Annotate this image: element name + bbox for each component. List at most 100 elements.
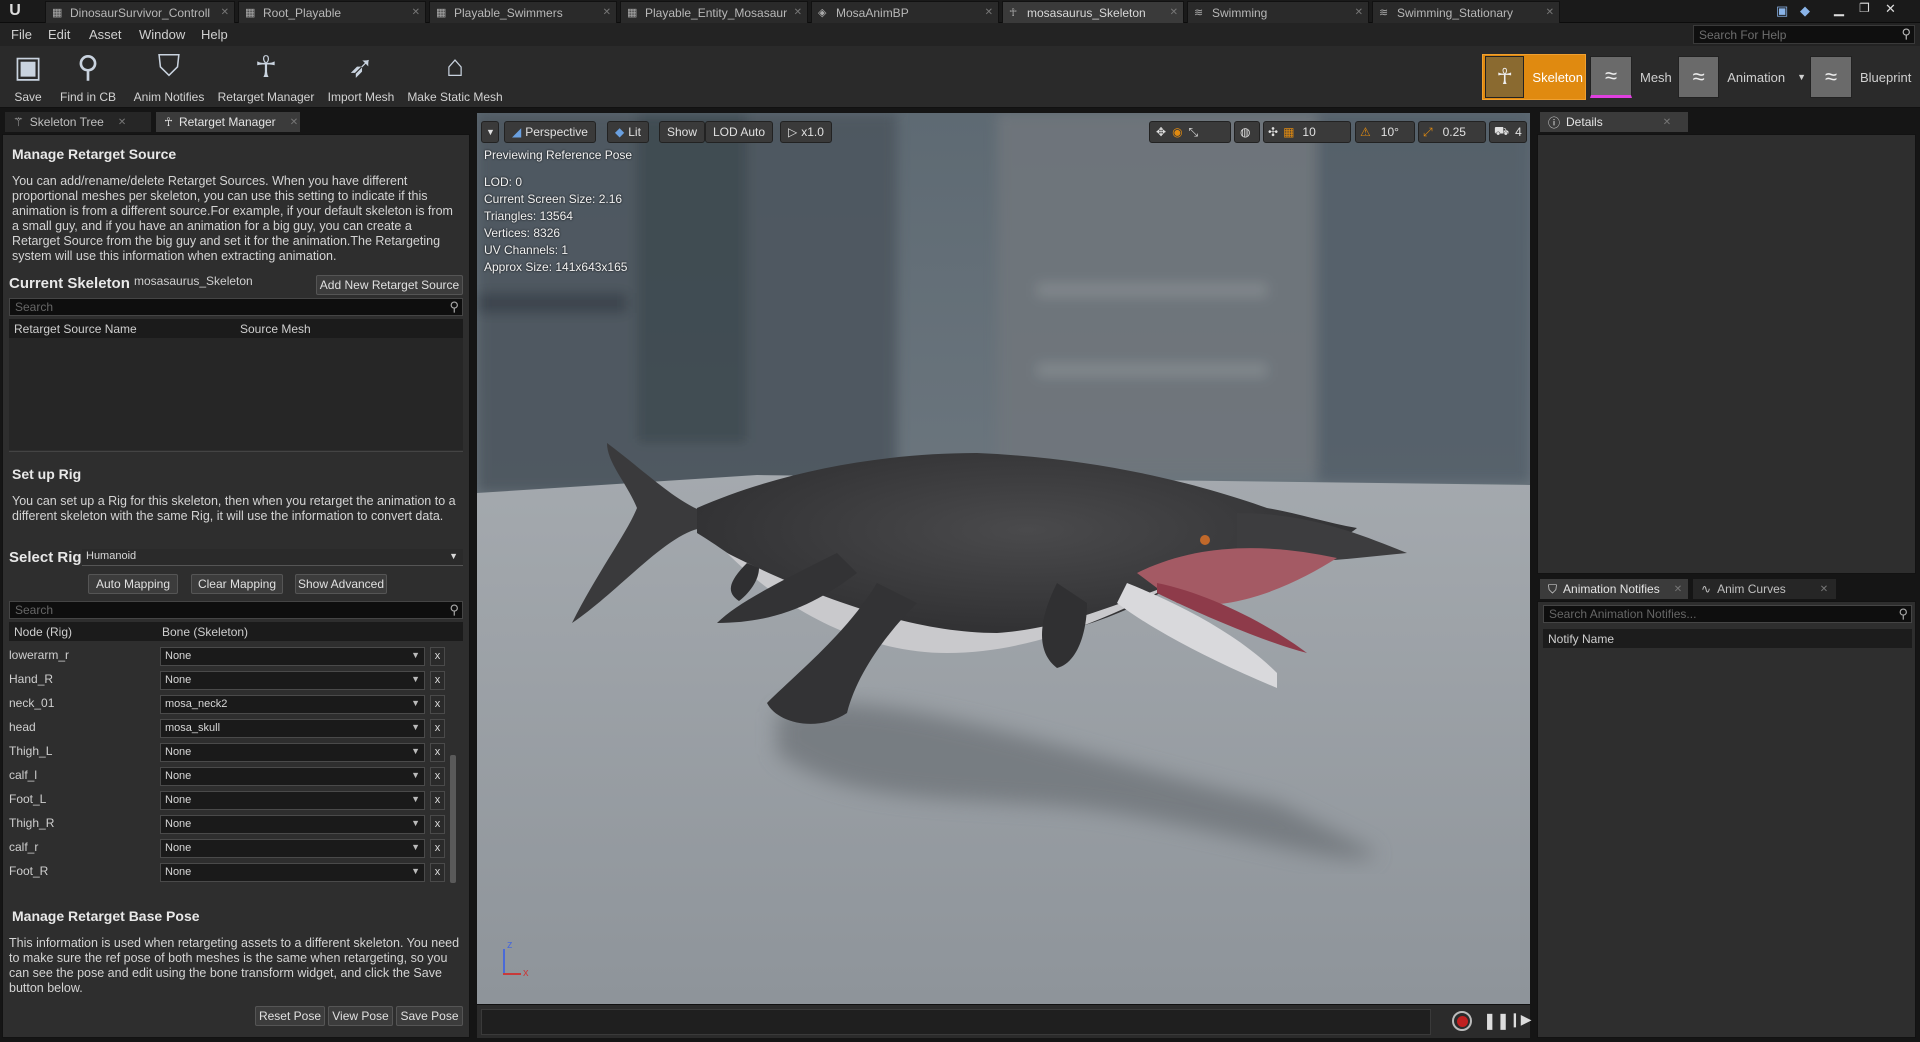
clear-bone-button[interactable]: x bbox=[430, 767, 445, 786]
tab-details[interactable]: ⓘ Details ✕ bbox=[1539, 111, 1689, 133]
close-icon[interactable]: ✕ bbox=[1170, 7, 1178, 18]
close-icon[interactable]: ✕ bbox=[985, 7, 993, 18]
close-icon[interactable]: ✕ bbox=[290, 117, 298, 128]
mode-blueprint-button[interactable]: ≈ Blueprint bbox=[1810, 54, 1918, 100]
grid-snap-icon[interactable]: ▦ bbox=[1283, 125, 1294, 139]
chevron-down-icon[interactable]: ▼ bbox=[1797, 72, 1806, 82]
close-icon[interactable]: ✕ bbox=[118, 117, 126, 128]
clear-bone-button[interactable]: x bbox=[430, 695, 445, 714]
close-icon[interactable]: ✕ bbox=[794, 7, 802, 18]
close-icon[interactable]: ✕ bbox=[1820, 584, 1828, 595]
viewport-options-button[interactable]: ▼ bbox=[481, 121, 499, 143]
tab-document-7[interactable]: ≋ Swimming_Stationary ✕ bbox=[1372, 1, 1560, 23]
close-icon[interactable]: ✕ bbox=[1355, 7, 1363, 18]
retarget-source-search-input[interactable]: Search ⚲ bbox=[9, 298, 463, 316]
lod-button[interactable]: LOD Auto bbox=[705, 121, 774, 143]
tab-document-2[interactable]: ▦ Playable_Swimmers ✕ bbox=[429, 1, 617, 23]
import-mesh-button[interactable]: ➶ Import Mesh bbox=[326, 48, 396, 106]
feedback-icon[interactable]: ◆ bbox=[1800, 3, 1810, 19]
auto-mapping-button[interactable]: Auto Mapping bbox=[88, 574, 178, 594]
pause-button[interactable]: ❚❚ bbox=[1483, 1011, 1510, 1031]
clear-bone-button[interactable]: x bbox=[430, 839, 445, 858]
scale-icon[interactable]: ⤡ bbox=[1189, 125, 1199, 140]
clear-bone-button[interactable]: x bbox=[430, 791, 445, 810]
bone-select-dropdown[interactable]: None ▼ bbox=[160, 863, 425, 882]
rotation-snap-value[interactable]: 10° bbox=[1381, 125, 1399, 139]
scale-snap-icon[interactable]: ⤢ bbox=[1423, 125, 1433, 140]
camera-speed-icon[interactable]: ⛟ bbox=[1494, 124, 1509, 140]
bone-select-dropdown[interactable]: mosa_neck2 ▼ bbox=[160, 695, 425, 714]
bone-select-dropdown[interactable]: None ▼ bbox=[160, 791, 425, 810]
close-icon[interactable]: ✕ bbox=[1663, 117, 1671, 128]
make-static-mesh-button[interactable]: ⌂ Make Static Mesh bbox=[406, 48, 504, 106]
tab-document-0[interactable]: ▦ DinosaurSurvivor_Controll ✕ bbox=[45, 1, 235, 23]
bone-select-dropdown[interactable]: None ▼ bbox=[160, 743, 425, 762]
anim-notifies-button[interactable]: ⛉ Anim Notifies bbox=[132, 48, 206, 106]
animation-notifies-search-input[interactable]: Search Animation Notifies... ⚲ bbox=[1543, 605, 1912, 623]
timeline-scrubber[interactable] bbox=[481, 1009, 1431, 1035]
clear-bone-button[interactable]: x bbox=[430, 815, 445, 834]
close-icon[interactable]: ✕ bbox=[1674, 584, 1682, 595]
retarget-manager-button[interactable]: ☥ Retarget Manager bbox=[216, 48, 316, 106]
close-icon[interactable]: ✕ bbox=[603, 7, 611, 18]
clear-bone-button[interactable]: x bbox=[430, 647, 445, 666]
tab-document-3[interactable]: ▦ Playable_Entity_Mosasaur ✕ bbox=[620, 1, 808, 23]
clear-bone-button[interactable]: x bbox=[430, 743, 445, 762]
menu-edit[interactable]: Edit bbox=[48, 27, 70, 42]
show-advanced-button[interactable]: Show Advanced bbox=[295, 574, 387, 594]
menu-file[interactable]: File bbox=[11, 27, 32, 42]
tab-retarget-manager[interactable]: ☥ Retarget Manager ✕ bbox=[155, 111, 301, 133]
playback-speed-button[interactable]: ▷ x1.0 bbox=[780, 121, 832, 143]
reset-pose-button[interactable]: Reset Pose bbox=[255, 1006, 325, 1026]
tab-skeleton-tree[interactable]: ⚚ Skeleton Tree ✕ bbox=[4, 111, 152, 133]
save-pose-button[interactable]: Save Pose bbox=[396, 1006, 463, 1026]
bone-select-dropdown[interactable]: None ▼ bbox=[160, 767, 425, 786]
show-button[interactable]: Show bbox=[659, 121, 706, 143]
close-window-icon[interactable]: ✕ bbox=[1885, 1, 1896, 17]
bone-select-dropdown[interactable]: None ▼ bbox=[160, 647, 425, 666]
perspective-button[interactable]: ◢ Perspective bbox=[504, 121, 596, 143]
notification-icon[interactable]: ▣ bbox=[1776, 3, 1788, 19]
minimize-window-icon[interactable]: ▁ bbox=[1834, 1, 1844, 17]
record-button[interactable] bbox=[1452, 1011, 1472, 1031]
rotate-icon[interactable]: ◉ bbox=[1172, 125, 1182, 139]
tab-anim-curves[interactable]: ∿ Anim Curves ✕ bbox=[1692, 578, 1837, 600]
tab-document-4[interactable]: ◈ MosaAnimBP ✕ bbox=[811, 1, 999, 23]
select-rig-dropdown[interactable]: Humanoid ▼ bbox=[82, 549, 463, 566]
camera-speed-value[interactable]: 4 bbox=[1515, 125, 1522, 139]
bone-select-dropdown[interactable]: None ▼ bbox=[160, 671, 425, 690]
close-icon[interactable]: ✕ bbox=[412, 7, 420, 18]
view-pose-button[interactable]: View Pose bbox=[328, 1006, 393, 1026]
clear-mapping-button[interactable]: Clear Mapping bbox=[191, 574, 283, 594]
rotation-snap-icon[interactable]: ⚠ bbox=[1360, 125, 1371, 139]
bone-select-dropdown[interactable]: None ▼ bbox=[160, 839, 425, 858]
scale-snap-value[interactable]: 0.25 bbox=[1443, 125, 1466, 139]
clear-bone-button[interactable]: x bbox=[430, 671, 445, 690]
world-local-toggle[interactable]: ◍ bbox=[1234, 121, 1260, 143]
mode-animation-button[interactable]: ≈ Animation ▼ bbox=[1678, 54, 1806, 100]
rig-list-scrollbar[interactable] bbox=[450, 755, 456, 883]
clear-bone-button[interactable]: x bbox=[430, 863, 445, 882]
lit-button[interactable]: ◆ Lit bbox=[607, 121, 649, 143]
bone-select-dropdown[interactable]: None ▼ bbox=[160, 815, 425, 834]
tab-document-5[interactable]: ☥ mosasaurus_Skeleton ✕ bbox=[1002, 1, 1184, 23]
bone-select-dropdown[interactable]: mosa_skull ▼ bbox=[160, 719, 425, 738]
translate-icon[interactable]: ✥ bbox=[1156, 125, 1166, 139]
tab-document-1[interactable]: ▦ Root_Playable ✕ bbox=[238, 1, 426, 23]
find-in-cb-button[interactable]: ⚲ Find in CB bbox=[56, 48, 120, 106]
save-button[interactable]: ▣ Save bbox=[8, 48, 48, 106]
unreal-logo-icon[interactable]: U bbox=[6, 2, 24, 20]
close-icon[interactable]: ✕ bbox=[1546, 7, 1554, 18]
preview-viewport[interactable]: ▼ ◢ Perspective ◆ Lit Show LOD Auto ▷ x1.0 … bbox=[477, 113, 1530, 1004]
tab-document-6[interactable]: ≋ Swimming ✕ bbox=[1187, 1, 1369, 23]
close-icon[interactable]: ✕ bbox=[221, 7, 229, 18]
add-new-retarget-source-button[interactable]: Add New Retarget Source bbox=[316, 275, 463, 295]
clear-bone-button[interactable]: x bbox=[430, 719, 445, 738]
help-search-input[interactable]: Search For Help ⚲ bbox=[1693, 25, 1915, 44]
restore-window-icon[interactable]: ❐ bbox=[1859, 1, 1870, 15]
rig-search-input[interactable]: Search ⚲ bbox=[9, 601, 463, 619]
menu-help[interactable]: Help bbox=[201, 27, 228, 42]
mode-mesh-button[interactable]: ≈ Mesh bbox=[1590, 54, 1674, 100]
menu-window[interactable]: Window bbox=[139, 27, 185, 42]
surface-snap-icon[interactable]: ✣ bbox=[1268, 125, 1278, 139]
